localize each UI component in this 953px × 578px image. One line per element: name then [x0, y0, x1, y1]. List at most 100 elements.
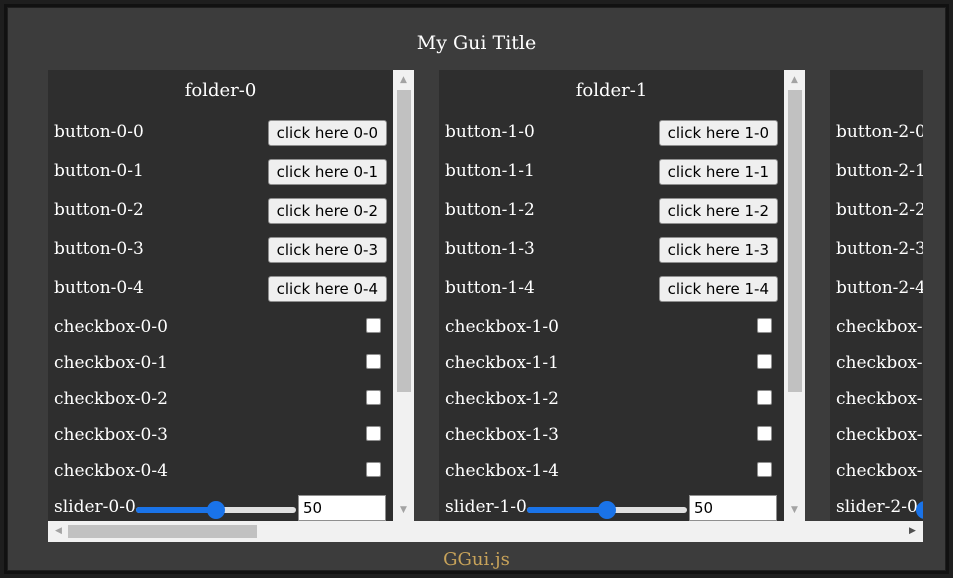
button-row: button-0-0 click here 0-0 [54, 120, 387, 150]
button-label: button-1-1 [445, 161, 535, 181]
button-row: button-0-3 click here 0-3 [54, 237, 387, 267]
button-label: button-0-3 [54, 239, 144, 259]
checkbox-row: checkbox-0-2 [54, 387, 387, 417]
scrollbar-thumb[interactable] [397, 90, 411, 392]
checkbox-label: checkbox-1-4 [445, 461, 559, 481]
checkbox-row: checkbox-2 [836, 459, 923, 489]
slider-label: slider-0-0 [54, 497, 136, 517]
click-button[interactable]: click here 1-3 [658, 237, 778, 263]
slider[interactable] [527, 501, 687, 519]
button-label: button-0-1 [54, 161, 144, 181]
slider-row: slider-1-0 50 [445, 495, 778, 521]
click-button[interactable]: click here 0-4 [267, 276, 387, 302]
gui-window: My Gui Title folder-0 button-0-0 click h… [0, 0, 953, 578]
checkbox[interactable] [757, 390, 772, 405]
folder-panel-1: folder-1 button-1-0 click here 1-0 butto… [439, 70, 805, 521]
checkbox-label: checkbox-2 [836, 353, 923, 373]
scroll-up-icon[interactable]: ▲ [784, 72, 805, 89]
button-row: button-2-1 [836, 159, 923, 189]
button-row: button-1-0 click here 1-0 [445, 120, 778, 150]
checkbox[interactable] [757, 426, 772, 441]
scroll-down-icon[interactable]: ▼ [393, 502, 414, 519]
checkbox-label: checkbox-1-0 [445, 317, 559, 337]
checkbox[interactable] [757, 354, 772, 369]
folder-title: folder-0 [184, 80, 257, 101]
slider[interactable] [916, 501, 923, 519]
checkbox[interactable] [366, 390, 381, 405]
folders-viewport: folder-0 button-0-0 click here 0-0 butto… [48, 70, 923, 521]
checkbox-label: checkbox-0-1 [54, 353, 168, 373]
button-label: button-2-1 [836, 161, 923, 181]
checkbox[interactable] [757, 318, 772, 333]
checkbox-row: checkbox-0-3 [54, 423, 387, 453]
slider-value-input[interactable]: 50 [298, 495, 386, 521]
click-button[interactable]: click here 1-4 [658, 276, 778, 302]
button-label: button-1-4 [445, 278, 535, 298]
folder-panel-2: button-2-0 button-2-1 button-2-2 button-… [830, 70, 923, 521]
horizontal-scrollbar[interactable]: ◀ ▶ [48, 521, 923, 542]
click-button[interactable]: click here 1-2 [658, 198, 778, 224]
button-row: button-1-4 click here 1-4 [445, 276, 778, 306]
button-row: button-2-2 [836, 198, 923, 228]
slider-label: slider-1-0 [445, 497, 527, 517]
slider-thumb[interactable] [207, 501, 225, 519]
checkbox-label: checkbox-2 [836, 461, 923, 481]
scrollbar-thumb[interactable] [68, 525, 257, 538]
slider-thumb[interactable] [598, 501, 616, 519]
checkbox[interactable] [366, 318, 381, 333]
click-button[interactable]: click here 0-1 [267, 159, 387, 185]
scroll-right-icon[interactable]: ▶ [904, 521, 921, 542]
footer-brand: GGui.js [443, 549, 510, 570]
checkbox[interactable] [366, 462, 381, 477]
click-button[interactable]: click here 1-1 [658, 159, 778, 185]
checkbox-row: checkbox-2 [836, 387, 923, 417]
checkbox-row: checkbox-1-3 [445, 423, 778, 453]
slider-row: slider-0-0 50 [54, 495, 387, 521]
scrollbar-thumb[interactable] [788, 90, 802, 392]
checkbox-label: checkbox-2 [836, 389, 923, 409]
checkbox[interactable] [366, 426, 381, 441]
button-label: button-1-3 [445, 239, 535, 259]
button-row: button-2-4 [836, 276, 923, 306]
slider[interactable] [136, 501, 296, 519]
slider-fill [136, 507, 216, 513]
gui-title: My Gui Title [416, 32, 537, 54]
button-row: button-2-3 [836, 237, 923, 267]
click-button[interactable]: click here 0-3 [267, 237, 387, 263]
vertical-scrollbar[interactable]: ▲ ▼ [784, 70, 805, 521]
checkbox-row: checkbox-1-1 [445, 351, 778, 381]
checkbox-label: checkbox-0-0 [54, 317, 168, 337]
checkbox-row: checkbox-1-4 [445, 459, 778, 489]
scroll-up-icon[interactable]: ▲ [393, 72, 414, 89]
slider-value-input[interactable]: 50 [689, 495, 777, 521]
checkbox-label: checkbox-1-2 [445, 389, 559, 409]
button-label: button-2-0 [836, 122, 923, 142]
scroll-left-icon[interactable]: ◀ [50, 521, 67, 542]
checkbox-row: checkbox-1-0 [445, 315, 778, 345]
checkbox-label: checkbox-0-2 [54, 389, 168, 409]
checkbox-row: checkbox-2 [836, 315, 923, 345]
checkbox[interactable] [366, 354, 381, 369]
button-row: button-1-3 click here 1-3 [445, 237, 778, 267]
vertical-scrollbar[interactable]: ▲ ▼ [393, 70, 414, 521]
click-button[interactable]: click here 0-0 [267, 120, 387, 146]
button-label: button-1-0 [445, 122, 535, 142]
button-label: button-1-2 [445, 200, 535, 220]
button-label: button-2-2 [836, 200, 923, 220]
button-label: button-0-0 [54, 122, 144, 142]
button-row: button-1-2 click here 1-2 [445, 198, 778, 228]
checkbox-row: checkbox-2 [836, 423, 923, 453]
button-row: button-0-4 click here 0-4 [54, 276, 387, 306]
click-button[interactable]: click here 0-2 [267, 198, 387, 224]
button-label: button-2-4 [836, 278, 923, 298]
checkbox[interactable] [757, 462, 772, 477]
scroll-down-icon[interactable]: ▼ [784, 502, 805, 519]
checkbox-label: checkbox-0-3 [54, 425, 168, 445]
checkbox-row: checkbox-2 [836, 351, 923, 381]
button-label: button-0-4 [54, 278, 144, 298]
checkbox-row: checkbox-0-4 [54, 459, 387, 489]
click-button[interactable]: click here 1-0 [658, 120, 778, 146]
slider-fill [527, 507, 607, 513]
button-label: button-2-3 [836, 239, 923, 259]
button-row: button-0-1 click here 0-1 [54, 159, 387, 189]
